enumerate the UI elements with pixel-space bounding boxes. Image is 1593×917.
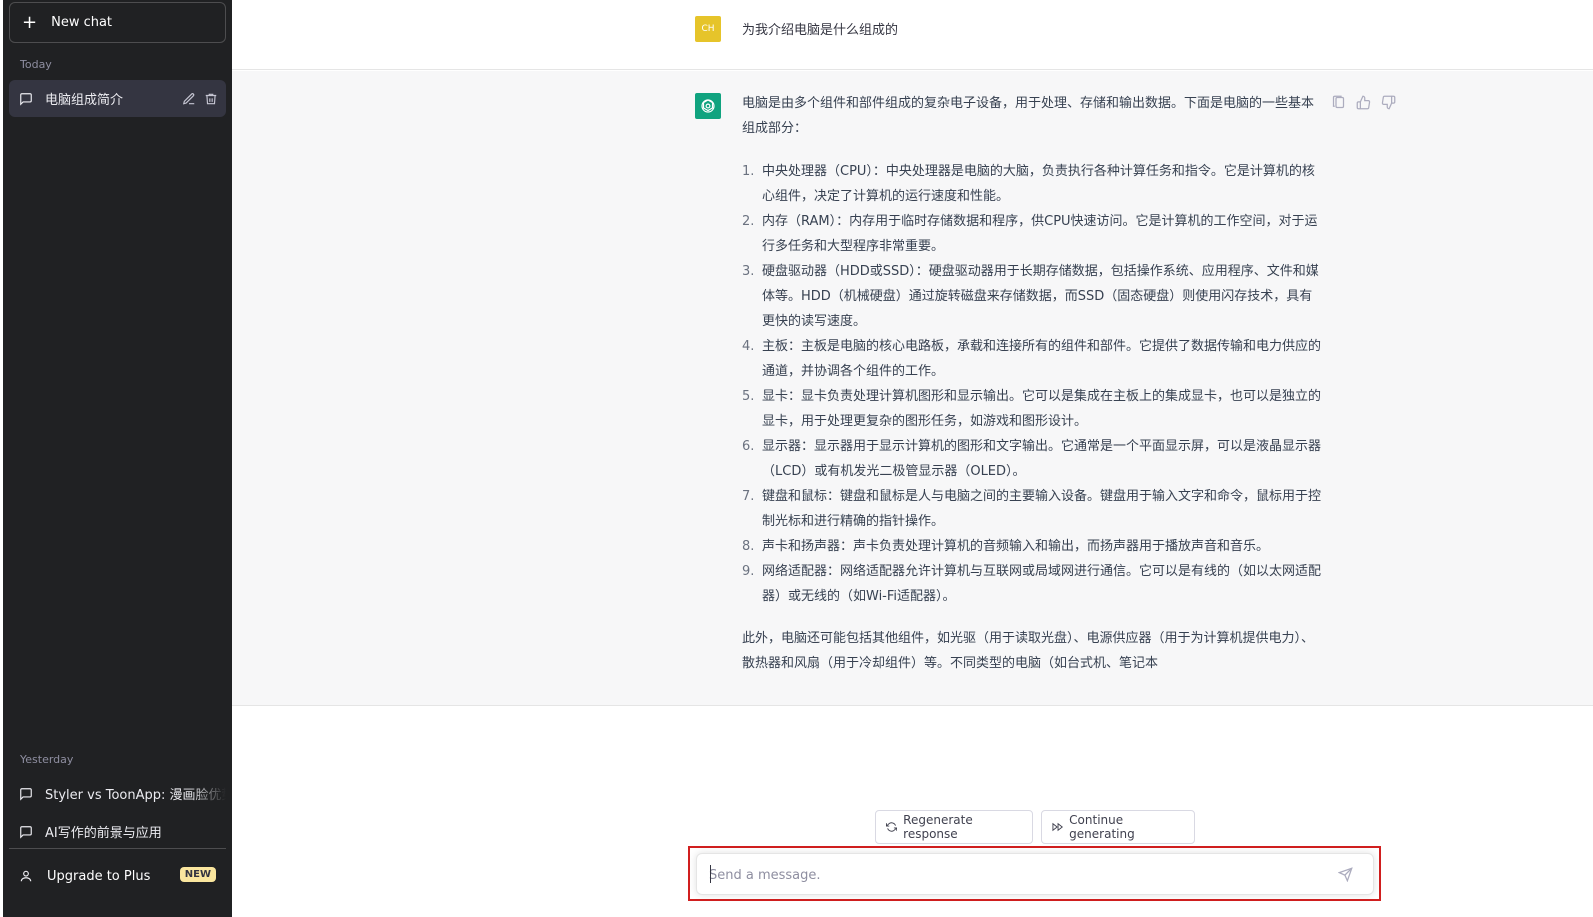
- user-message-row: CH 为我介绍电脑是什么组成的: [232, 0, 1593, 70]
- assistant-message: 电脑是由多个组件和部件组成的复杂电子设备，用于处理、存储和输出数据。下面是电脑的…: [742, 91, 1322, 694]
- openai-logo-icon: [701, 99, 715, 113]
- sidebar-item-label: AI写作的前景与应用: [45, 826, 162, 841]
- chat-bubble-icon: [20, 825, 32, 839]
- refresh-icon: [886, 822, 898, 832]
- user-avatar: CH: [695, 16, 721, 42]
- list-item: 2. 内存（RAM）：内存用于临时存储数据和程序，供CPU快速访问。它是计算机的工…: [742, 214, 1318, 254]
- sidebar-item-label: 电脑组成简介: [45, 93, 124, 108]
- list-item: 5. 显卡：显卡负责处理计算机图形和显示输出。它可以是集成在主板上的集成显卡，也可…: [742, 389, 1322, 429]
- sidebar-item-chat[interactable]: Styler vs ToonApp: 漫画脸优势: [9, 775, 226, 812]
- new-badge: NEW: [179, 867, 216, 882]
- list-item: 1. 中央处理器（CPU）：中央处理器是电脑的大脑，负责执行各种计算任务和指令。它…: [742, 164, 1315, 204]
- regenerate-label: Regenerate response: [903, 813, 973, 841]
- message-composer: [696, 853, 1374, 895]
- plus-icon: +: [22, 11, 38, 33]
- thumbs-down-icon[interactable]: [1381, 95, 1396, 110]
- chat-bubble-icon: [20, 92, 32, 106]
- new-chat-button[interactable]: + New chat: [9, 2, 226, 43]
- sidebar-divider: [9, 848, 226, 849]
- sidebar-item-label: Styler vs ToonApp: 漫画脸优势: [45, 788, 226, 803]
- edit-icon[interactable]: [182, 92, 196, 106]
- list-item: 8. 声卡和扬声器：声卡负责处理计算机的音频输入和输出，而扬声器用于播放声音和音乐…: [742, 539, 1270, 554]
- list-item: 3. 硬盘驱动器（HDD或SSD）：硬盘驱动器用于长期存储数据，包括操作系统、应用…: [742, 264, 1319, 329]
- continue-label: Continue generating: [1069, 813, 1135, 841]
- list-item: 4. 主板：主板是电脑的核心电路板，承载和连接所有的组件和部件。它提供了数据传输和…: [742, 339, 1322, 379]
- message-actions: [1331, 95, 1396, 110]
- assistant-outro: 此外，电脑还可能包括其他组件，如光驱（用于读取光盘）、电源供应器（用于为计算机提…: [742, 631, 1315, 671]
- new-chat-label: New chat: [51, 15, 113, 30]
- message-input[interactable]: [709, 864, 1309, 886]
- user-icon: [20, 870, 32, 882]
- text-caret: [710, 865, 711, 883]
- assistant-avatar: [695, 93, 721, 119]
- sidebar: + New chat Today 电脑组成简介 Yesterday Styler…: [3, 0, 232, 917]
- component-list: 1. 中央处理器（CPU）：中央处理器是电脑的大脑，负责执行各种计算任务和指令。它…: [742, 159, 1322, 609]
- main-panel: CH 为我介绍电脑是什么组成的 电脑是由多个组件和部件组成的复杂电子设备，用于处…: [232, 0, 1593, 917]
- upgrade-to-plus-button[interactable]: Upgrade to Plus NEW: [9, 858, 226, 894]
- list-item: 7. 键盘和鼠标：键盘和鼠标是人与电脑之间的主要输入设备。键盘用于输入文字和命令，…: [742, 489, 1322, 529]
- sidebar-item-chat[interactable]: AI写作的前景与应用: [9, 813, 226, 850]
- assistant-message-row: 电脑是由多个组件和部件组成的复杂电子设备，用于处理、存储和输出数据。下面是电脑的…: [232, 71, 1593, 706]
- delete-icon[interactable]: [204, 92, 218, 106]
- user-message: 为我介绍电脑是什么组成的: [742, 23, 899, 38]
- sidebar-item-active-chat[interactable]: 电脑组成简介: [9, 80, 226, 117]
- upgrade-label: Upgrade to Plus: [47, 868, 151, 884]
- chat-bubble-icon: [20, 787, 32, 801]
- copy-icon[interactable]: [1331, 95, 1346, 110]
- assistant-intro: 电脑是由多个组件和部件组成的复杂电子设备，用于处理、存储和输出数据。下面是电脑的…: [742, 96, 1315, 136]
- section-label-yesterday: Yesterday: [20, 753, 74, 766]
- list-item: 9. 网络适配器：网络适配器允许计算机与互联网或局域网进行通信。它可以是有线的（如…: [742, 564, 1322, 604]
- thumbs-up-icon[interactable]: [1356, 95, 1371, 110]
- continue-generating-button[interactable]: Continue generating: [1041, 810, 1195, 844]
- regenerate-response-button[interactable]: Regenerate response: [875, 810, 1033, 844]
- send-icon[interactable]: [1338, 867, 1353, 882]
- fast-forward-icon: [1052, 822, 1063, 832]
- section-label-today: Today: [20, 58, 52, 71]
- list-item: 6. 显示器：显示器用于显示计算机的图形和文字输出。它通常是一个平面显示屏，可以是…: [742, 439, 1322, 479]
